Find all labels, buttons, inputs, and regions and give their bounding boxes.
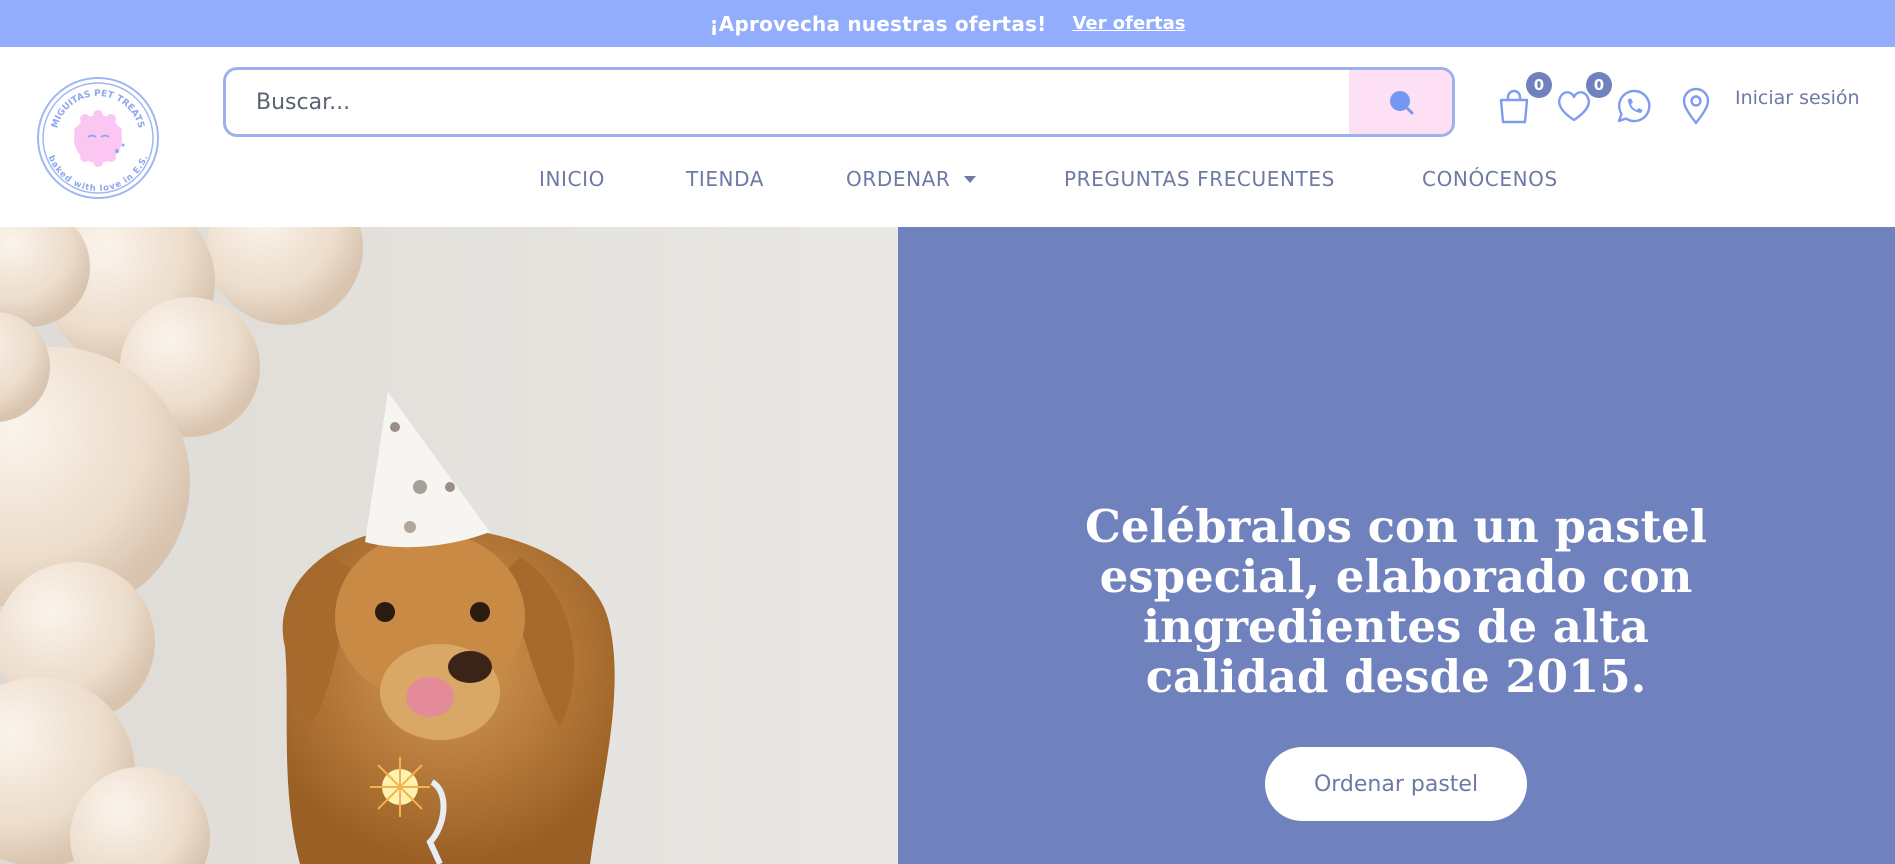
login-link[interactable]: Iniciar sesión <box>1735 87 1860 109</box>
nav-item-label: CONÓCENOS <box>1422 167 1558 191</box>
nav-item-inicio[interactable]: INICIO <box>539 167 605 191</box>
hero-image <box>0 227 898 864</box>
map-pin-icon <box>1682 87 1710 125</box>
order-cake-button[interactable]: Ordenar pastel <box>1265 747 1527 821</box>
chevron-down-icon <box>964 175 977 183</box>
search-icon <box>1389 91 1413 115</box>
whatsapp-button[interactable] <box>1614 86 1654 126</box>
nav-item-label: PREGUNTAS FRECUENTES <box>1064 167 1335 191</box>
nav-item-tienda[interactable]: TIENDA <box>686 167 764 191</box>
hero-title: Celébralos con un pastel especial, elabo… <box>1085 500 1707 703</box>
shopping-bag-icon <box>1499 89 1529 124</box>
wishlist-count-badge: 0 <box>1586 72 1612 98</box>
nav-item-preguntas-frecuentes[interactable]: PREGUNTAS FRECUENTES <box>1064 167 1335 191</box>
site-header: MIGUITAS PET TREATS baked with love in E… <box>0 47 1895 227</box>
nav-item-conocenos[interactable]: CONÓCENOS <box>1422 167 1558 191</box>
heart-icon <box>1558 91 1590 122</box>
search-bar <box>223 67 1455 137</box>
hero-text-panel: Celébralos con un pastel especial, elabo… <box>898 227 1895 864</box>
nav-item-ordenar[interactable]: ORDENAR <box>846 167 977 191</box>
main-nav: INICIO TIENDA ORDENAR PREGUNTAS FRECUENT… <box>0 167 1895 207</box>
logo-cookie-icon <box>74 110 125 167</box>
cart-count-badge: 0 <box>1526 72 1552 98</box>
whatsapp-icon <box>1617 89 1651 123</box>
nav-item-label: TIENDA <box>686 167 765 191</box>
location-button[interactable] <box>1676 86 1716 126</box>
nav-item-label: ORDENAR <box>846 167 951 191</box>
search-button[interactable] <box>1349 70 1452 134</box>
view-offers-link[interactable]: Ver ofertas <box>1072 13 1185 34</box>
announcement-message: ¡Aprovecha nuestras ofertas! <box>709 11 1047 36</box>
cart-button[interactable]: 0 <box>1494 72 1552 126</box>
announcement-bar: ¡Aprovecha nuestras ofertas! Ver ofertas <box>0 0 1895 47</box>
hero-banner: Celébralos con un pastel especial, elabo… <box>0 227 1895 864</box>
nav-item-label: INICIO <box>539 167 605 191</box>
wishlist-button[interactable]: 0 <box>1554 72 1612 126</box>
header-actions: 0 0 <box>1494 72 1716 131</box>
search-input[interactable] <box>226 70 1349 134</box>
hero-dog-birthday-photo <box>0 227 898 864</box>
